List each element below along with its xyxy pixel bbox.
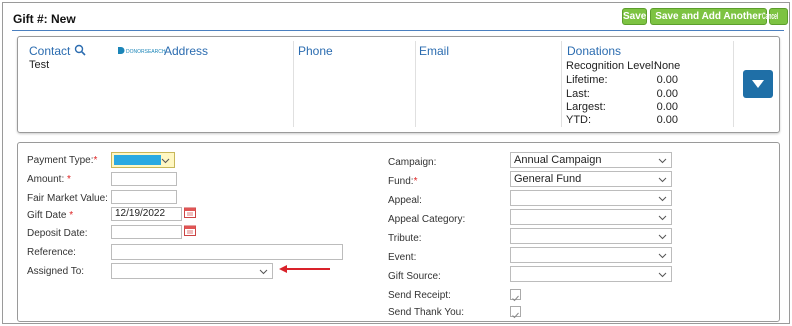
check-icon (512, 295, 519, 302)
campaign-select[interactable]: Annual Campaign (510, 152, 672, 168)
fund-value: General Fund (514, 173, 582, 185)
assigned-to-label: Assigned To: (27, 266, 85, 277)
fair-market-value-input[interactable] (111, 190, 177, 204)
reference-input[interactable] (111, 244, 343, 260)
contact-label[interactable]: Contact (29, 44, 70, 58)
appeal-category-select[interactable] (510, 209, 672, 225)
page-title: Gift #: New (13, 12, 76, 26)
gift-date-label: Gift Date * (27, 210, 74, 221)
save-and-add-another-button[interactable]: Save and Add Another (650, 8, 767, 25)
amount-label: Amount: * (27, 174, 71, 185)
reference-label: Reference: (27, 247, 76, 258)
deposit-date-label: Deposit Date: (27, 228, 88, 239)
tribute-select[interactable] (510, 228, 672, 244)
donation-value: None (654, 60, 681, 72)
send-thank-you-label: Send Thank You: (388, 307, 464, 318)
chevron-down-icon (658, 234, 667, 240)
campaign-value: Annual Campaign (514, 154, 602, 166)
send-receipt-checkbox[interactable] (510, 289, 521, 302)
column-divider (415, 41, 416, 127)
fund-select[interactable]: General Fund (510, 171, 672, 187)
payment-type-selected (114, 155, 161, 165)
event-select[interactable] (510, 247, 672, 263)
send-receipt-label: Send Receipt: (388, 290, 451, 301)
donation-value: 0.00 (656, 88, 678, 100)
deposit-date-input[interactable] (111, 225, 182, 239)
email-heading: Email (419, 44, 450, 58)
donation-value: 0.00 (656, 74, 678, 86)
check-icon (512, 312, 519, 319)
donorsearch-logo[interactable]: DONORSEARCH (117, 46, 165, 55)
contact-heading: Contact (29, 44, 86, 58)
expand-button[interactable] (743, 70, 773, 98)
amount-input[interactable] (111, 172, 177, 186)
payment-type-select[interactable] (111, 152, 175, 168)
triangle-down-icon (752, 80, 764, 88)
donorsearch-icon (118, 47, 125, 54)
event-label: Event: (388, 252, 417, 263)
send-thank-you-checkbox[interactable] (510, 306, 521, 319)
cancel-label: Cancel (762, 11, 779, 21)
calendar-icon[interactable] (184, 207, 196, 218)
donation-label: Lifetime: (566, 74, 608, 86)
calendar-icon[interactable] (184, 225, 196, 236)
assigned-to-select[interactable] (111, 263, 273, 279)
gift-date-input[interactable]: 12/19/2022 (111, 207, 182, 221)
address-heading: Address (164, 44, 209, 58)
chevron-down-icon (259, 269, 268, 275)
contact-name[interactable]: Test (29, 59, 49, 71)
fair-market-value-label: Fair Market Value: (27, 193, 108, 204)
donation-value: 0.00 (656, 101, 678, 113)
chevron-down-icon (658, 196, 667, 202)
payment-type-label: Payment Type:* (27, 155, 98, 166)
gift-source-select[interactable] (510, 266, 672, 282)
chevron-down-icon (658, 215, 667, 221)
donation-label: YTD: (566, 114, 592, 126)
phone-heading: Phone (298, 44, 333, 58)
save-button[interactable]: Save (622, 8, 647, 25)
donorsearch-text: DONORSEARCH (126, 49, 166, 55)
column-divider (561, 41, 562, 127)
chevron-down-icon (658, 272, 667, 278)
donation-label: Recognition Level: (566, 60, 657, 72)
donation-label: Largest: (566, 101, 606, 113)
campaign-label: Campaign: (388, 157, 437, 168)
chevron-down-icon (658, 158, 667, 164)
appeal-category-label: Appeal Category: (388, 214, 466, 225)
appeal-select[interactable] (510, 190, 672, 206)
column-divider (293, 41, 294, 127)
tribute-label: Tribute: (388, 233, 422, 244)
chevron-down-icon (658, 253, 667, 259)
chevron-down-icon (658, 177, 667, 183)
gift-source-label: Gift Source: (388, 271, 441, 282)
donation-label: Last: (566, 88, 590, 100)
donation-value: 0.00 (656, 114, 678, 126)
appeal-label: Appeal: (388, 195, 422, 206)
column-divider (733, 41, 734, 127)
donations-heading: Donations (567, 44, 622, 58)
header-divider (12, 30, 784, 31)
fund-label: Fund:* (388, 176, 418, 187)
red-arrow-annotation (279, 265, 330, 273)
cancel-button[interactable]: Cancel (762, 8, 788, 25)
chevron-down-icon (161, 158, 170, 164)
search-icon[interactable] (74, 44, 86, 56)
